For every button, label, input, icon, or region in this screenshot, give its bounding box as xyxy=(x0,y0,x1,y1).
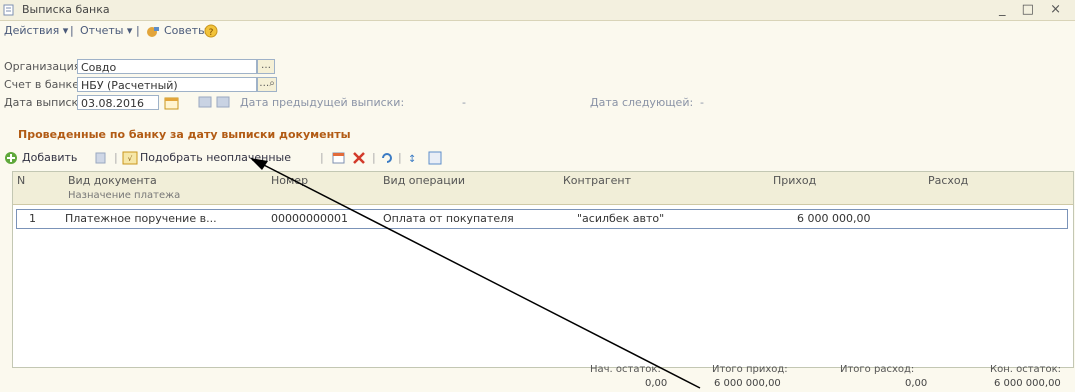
annotation-arrow xyxy=(250,158,701,389)
